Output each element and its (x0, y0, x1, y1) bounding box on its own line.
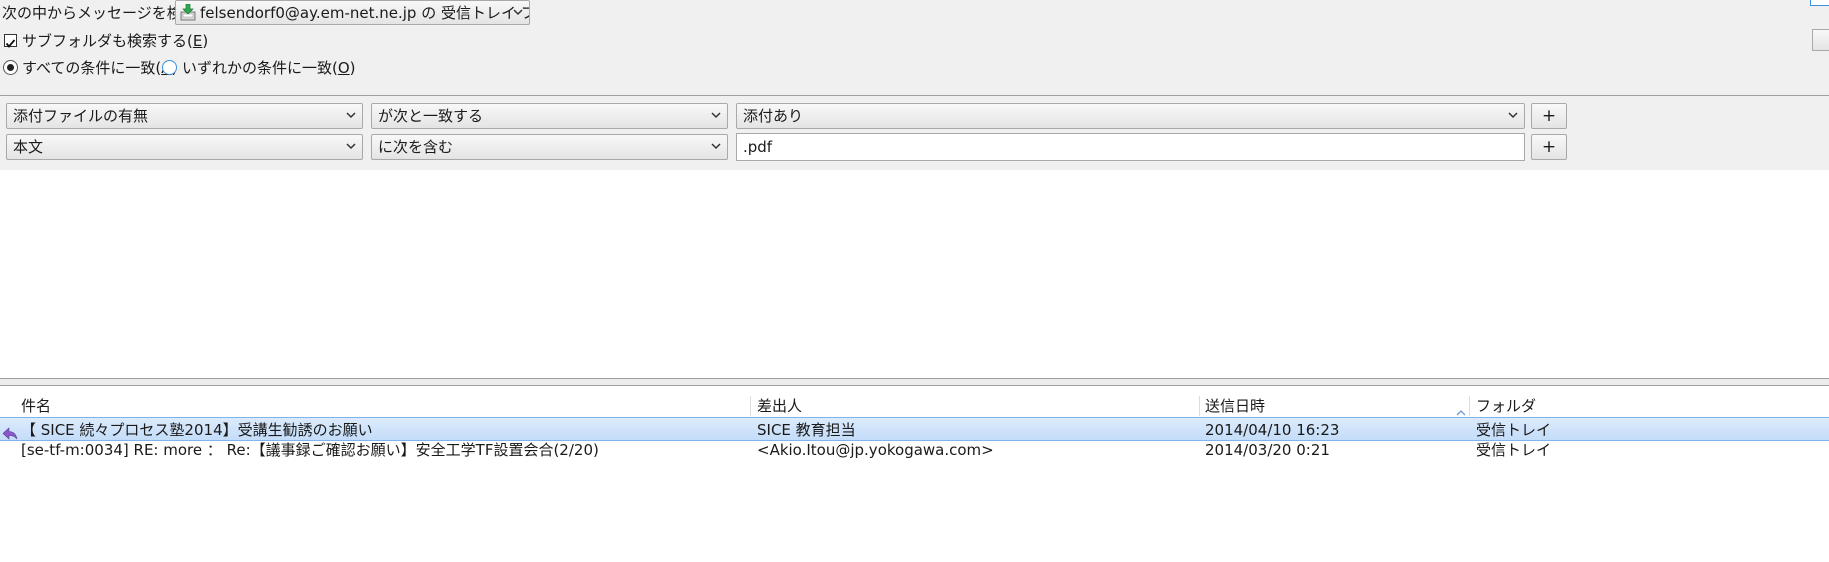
criterion-1-field-value: 添付ファイルの有無 (13, 107, 149, 125)
replied-icon (2, 423, 18, 440)
add-criterion-1-button[interactable]: + (1531, 103, 1567, 129)
message-date: 2014/03/20 0:21 (1205, 441, 1330, 459)
inbox-download-icon (180, 3, 196, 21)
criterion-1-value-text: 添付あり (743, 107, 804, 125)
column-divider[interactable] (1469, 396, 1470, 416)
criterion-1-operator-select[interactable]: が次と一致する (371, 103, 728, 129)
match-any-radio[interactable] (162, 60, 177, 75)
folder-select-value: felsendorf0@ay.em-net.ne.jp の 受信トレイ フォルダ (200, 4, 529, 22)
column-sender[interactable]: 差出人 (757, 394, 802, 418)
results-column-header: 件名 差出人 送信日時 フォルダ (0, 394, 1829, 418)
message-folder: 受信トレイ (1476, 441, 1552, 459)
criterion-2-field-value: 本文 (13, 138, 44, 156)
column-date[interactable]: 送信日時 (1205, 394, 1265, 418)
column-divider[interactable] (1199, 396, 1200, 416)
criteria-list: 添付ファイルの有無 が次と一致する 添付あり + 本文 に次を含む .pdf + (0, 96, 1829, 170)
window-edge-button[interactable] (1810, 0, 1829, 6)
add-criterion-2-button[interactable]: + (1531, 134, 1567, 160)
message-subject: [se-tf-m:0034] RE: more ： Re:【議事録ご確認お願い】… (21, 441, 599, 459)
criterion-1-operator-value: が次と一致する (378, 107, 484, 125)
chevron-down-icon (711, 135, 723, 159)
folder-select[interactable]: felsendorf0@ay.em-net.ne.jp の 受信トレイ フォルダ (175, 0, 530, 25)
criterion-2-operator-select[interactable]: に次を含む (371, 134, 728, 160)
message-sender: <Akio.Itou@jp.yokogawa.com> (757, 441, 994, 459)
check-mark-icon (5, 39, 16, 48)
criterion-2-value-input[interactable]: .pdf (736, 133, 1525, 161)
search-subfolders-label: サブフォルダも検索する(E) (22, 32, 209, 50)
match-all-label: すべての条件に一致(A) (22, 59, 177, 77)
criterion-2-field-select[interactable]: 本文 (6, 134, 363, 160)
search-subfolders-checkbox[interactable] (4, 34, 17, 48)
search-options-panel: 次の中からメッセージを検索(H): felsendorf0@ay.em-net.… (0, 0, 1829, 96)
criterion-2-operator-value: に次を含む (378, 138, 454, 156)
message-row[interactable]: [se-tf-m:0034] RE: more ： Re:【議事録ご確認お願い】… (0, 438, 1829, 462)
chevron-down-icon (513, 1, 525, 24)
pane-splitter[interactable] (0, 378, 1829, 386)
column-subject[interactable]: 件名 (21, 394, 51, 418)
chevron-down-icon (711, 104, 723, 128)
column-folder[interactable]: フォルダ (1476, 394, 1536, 418)
chevron-down-icon (346, 135, 358, 159)
match-all-radio[interactable] (3, 60, 18, 75)
match-any-label: いずれかの条件に一致(O) (182, 59, 356, 77)
side-button[interactable] (1812, 29, 1829, 51)
criterion-1-value-select[interactable]: 添付あり (736, 103, 1525, 129)
sort-ascending-icon (1456, 402, 1466, 416)
column-divider[interactable] (750, 396, 751, 416)
chevron-down-icon (346, 104, 358, 128)
chevron-down-icon (1508, 104, 1520, 128)
criterion-1-field-select[interactable]: 添付ファイルの有無 (6, 103, 363, 129)
